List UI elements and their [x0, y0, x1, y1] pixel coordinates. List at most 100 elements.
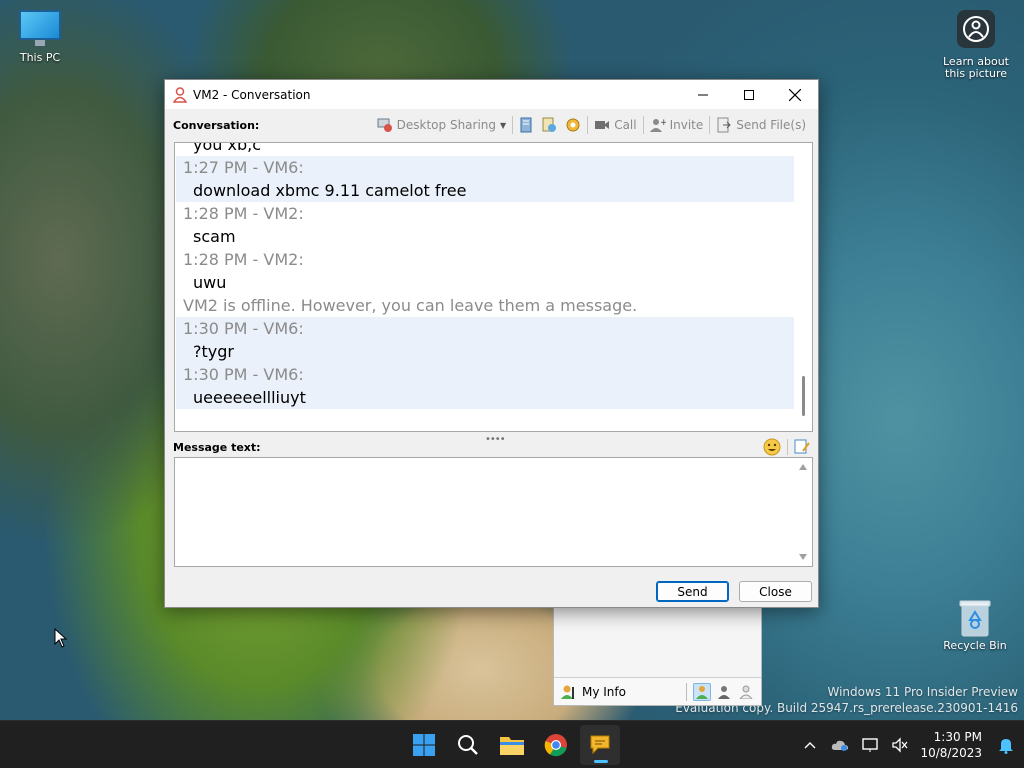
- offline-user-icon: [739, 685, 753, 699]
- send-files-label: Send File(s): [736, 118, 806, 132]
- recycle-bin-label: Recycle Bin: [943, 639, 1007, 652]
- toolbar-tools: Desktop Sharing ▼ Call + Invite Send Fil…: [373, 114, 818, 136]
- system-tray: 1:30 PM 10/8/2023: [800, 721, 1016, 768]
- status-buttons: [686, 682, 761, 701]
- toolbar-separator: [709, 116, 711, 134]
- recycle-bin-icon: [958, 598, 992, 638]
- network-icon: [862, 738, 879, 752]
- notifications-button[interactable]: [996, 735, 1016, 755]
- buddy-list-status-bar: My Info: [554, 677, 761, 705]
- messenger-button[interactable]: [580, 725, 620, 765]
- gear-icon: [566, 118, 580, 132]
- status-offline-button[interactable]: [737, 683, 755, 701]
- desktop: This PC Learn about this picture Recycle…: [0, 0, 1024, 720]
- learn-about-picture-desktop-icon[interactable]: Learn about this picture: [938, 10, 1014, 80]
- clock-time: 1:30 PM: [933, 730, 982, 744]
- contact-info-button[interactable]: [537, 114, 561, 136]
- close-icon: [789, 88, 801, 101]
- this-pc-desktop-icon[interactable]: This PC: [12, 10, 68, 64]
- file-explorer-button[interactable]: [492, 725, 532, 765]
- scroll-down-arrow-icon[interactable]: [799, 554, 807, 560]
- window-controls: [680, 80, 818, 109]
- title-bar[interactable]: VM2 - Conversation: [165, 80, 818, 109]
- history-button[interactable]: [515, 114, 537, 136]
- close-button[interactable]: Close: [739, 581, 812, 602]
- maximize-icon: [744, 89, 754, 100]
- volume-button[interactable]: [890, 735, 910, 755]
- message-header: 1:28 PM - VM2:: [183, 204, 304, 223]
- message-text-label: Message text:: [173, 440, 261, 454]
- message-item: you xb,c: [176, 142, 794, 156]
- message-input-area: [174, 457, 813, 567]
- message-text-header: Message text:: [173, 437, 810, 457]
- emoticon-smiley-icon[interactable]: [763, 438, 781, 456]
- call-label: Call: [614, 118, 637, 132]
- message-header: 1:30 PM - VM6:: [183, 365, 304, 384]
- message-text-input[interactable]: [175, 458, 795, 564]
- search-button[interactable]: [448, 725, 488, 765]
- message-text: download xbmc 9.11 camelot free: [193, 181, 467, 200]
- font-format-icon[interactable]: [794, 439, 810, 455]
- clock-date: 10/8/2023: [920, 746, 982, 760]
- start-button[interactable]: [404, 725, 444, 765]
- chrome-button[interactable]: [536, 725, 576, 765]
- minimize-icon: [698, 94, 708, 95]
- desktop-sharing-button[interactable]: Desktop Sharing ▼: [373, 114, 511, 136]
- message-text: you xb,c: [193, 142, 261, 154]
- desktop-sharing-icon: [377, 118, 392, 132]
- message-item: 1:28 PM - VM2: scam: [176, 202, 794, 248]
- status-away-button[interactable]: [715, 683, 733, 701]
- message-item: 1:28 PM - VM2: uwu: [176, 248, 794, 294]
- dropdown-caret-icon: ▼: [500, 120, 507, 130]
- maximize-button[interactable]: [726, 80, 772, 109]
- message-item: 1:27 PM - VM6: download xbmc 9.11 camelot…: [176, 156, 794, 202]
- message-header: 1:28 PM - VM2:: [183, 250, 304, 269]
- settings-button[interactable]: [561, 114, 585, 136]
- invite-label: Invite: [669, 118, 704, 132]
- toolbar-separator: [512, 116, 514, 134]
- message-input-scrollbar[interactable]: [795, 458, 812, 566]
- conversation-scrollbar[interactable]: [795, 143, 812, 431]
- message-text: ?tygr: [193, 342, 234, 361]
- camera-location-icon: [957, 10, 995, 48]
- chat-bubble-icon: [590, 735, 610, 755]
- minimize-button[interactable]: [680, 80, 726, 109]
- recycle-bin-desktop-icon[interactable]: Recycle Bin: [942, 598, 1008, 652]
- folder-icon: [500, 737, 524, 755]
- show-hidden-icons-button[interactable]: [800, 735, 820, 755]
- learn-label: Learn about this picture: [943, 55, 1009, 80]
- send-file-icon: [717, 117, 731, 133]
- svg-text:+: +: [660, 118, 666, 128]
- conversation-toolbar: Conversation: Desktop Sharing ▼ Call + I…: [165, 112, 818, 138]
- chevron-up-icon: [804, 742, 816, 749]
- status-online-button[interactable]: [693, 682, 711, 701]
- invite-users-icon: +: [649, 118, 666, 132]
- bell-icon: [999, 739, 1013, 754]
- mouse-cursor-icon: [54, 628, 68, 648]
- close-window-button[interactable]: [772, 80, 818, 109]
- video-camera-icon: [595, 121, 610, 129]
- system-notice: VM2 is offline. However, you can leave t…: [183, 296, 638, 315]
- send-files-button[interactable]: Send File(s): [712, 114, 810, 136]
- invite-button[interactable]: + Invite: [646, 114, 708, 136]
- message-list: you xb,c 1:27 PM - VM6: download xbmc 9.11…: [176, 142, 794, 409]
- taskbar-apps: [404, 725, 620, 765]
- online-user-icon: [696, 685, 708, 699]
- onedrive-button[interactable]: [830, 735, 850, 755]
- window-title: VM2 - Conversation: [193, 87, 311, 102]
- conversation-window: VM2 - Conversation Conversation: Desktop…: [164, 79, 819, 608]
- call-button[interactable]: Call: [590, 114, 640, 136]
- message-header: 1:30 PM - VM6:: [183, 319, 304, 338]
- my-info-button[interactable]: My Info: [582, 685, 626, 699]
- scrollbar-thumb[interactable]: [802, 376, 805, 416]
- message-item: 1:30 PM - VM6: ?tygr: [176, 317, 794, 363]
- scroll-up-arrow-icon[interactable]: [799, 464, 807, 470]
- this-pc-label: This PC: [19, 51, 61, 64]
- contact-info-icon: [542, 117, 557, 132]
- send-button[interactable]: Send: [656, 581, 729, 602]
- desktop-sharing-label: Desktop Sharing: [396, 118, 497, 132]
- clock-button[interactable]: 1:30 PM 10/8/2023: [920, 729, 982, 761]
- conversation-history[interactable]: you xb,c 1:27 PM - VM6: download xbmc 9.11…: [174, 142, 813, 432]
- volume-muted-icon: [892, 737, 908, 753]
- network-button[interactable]: [860, 735, 880, 755]
